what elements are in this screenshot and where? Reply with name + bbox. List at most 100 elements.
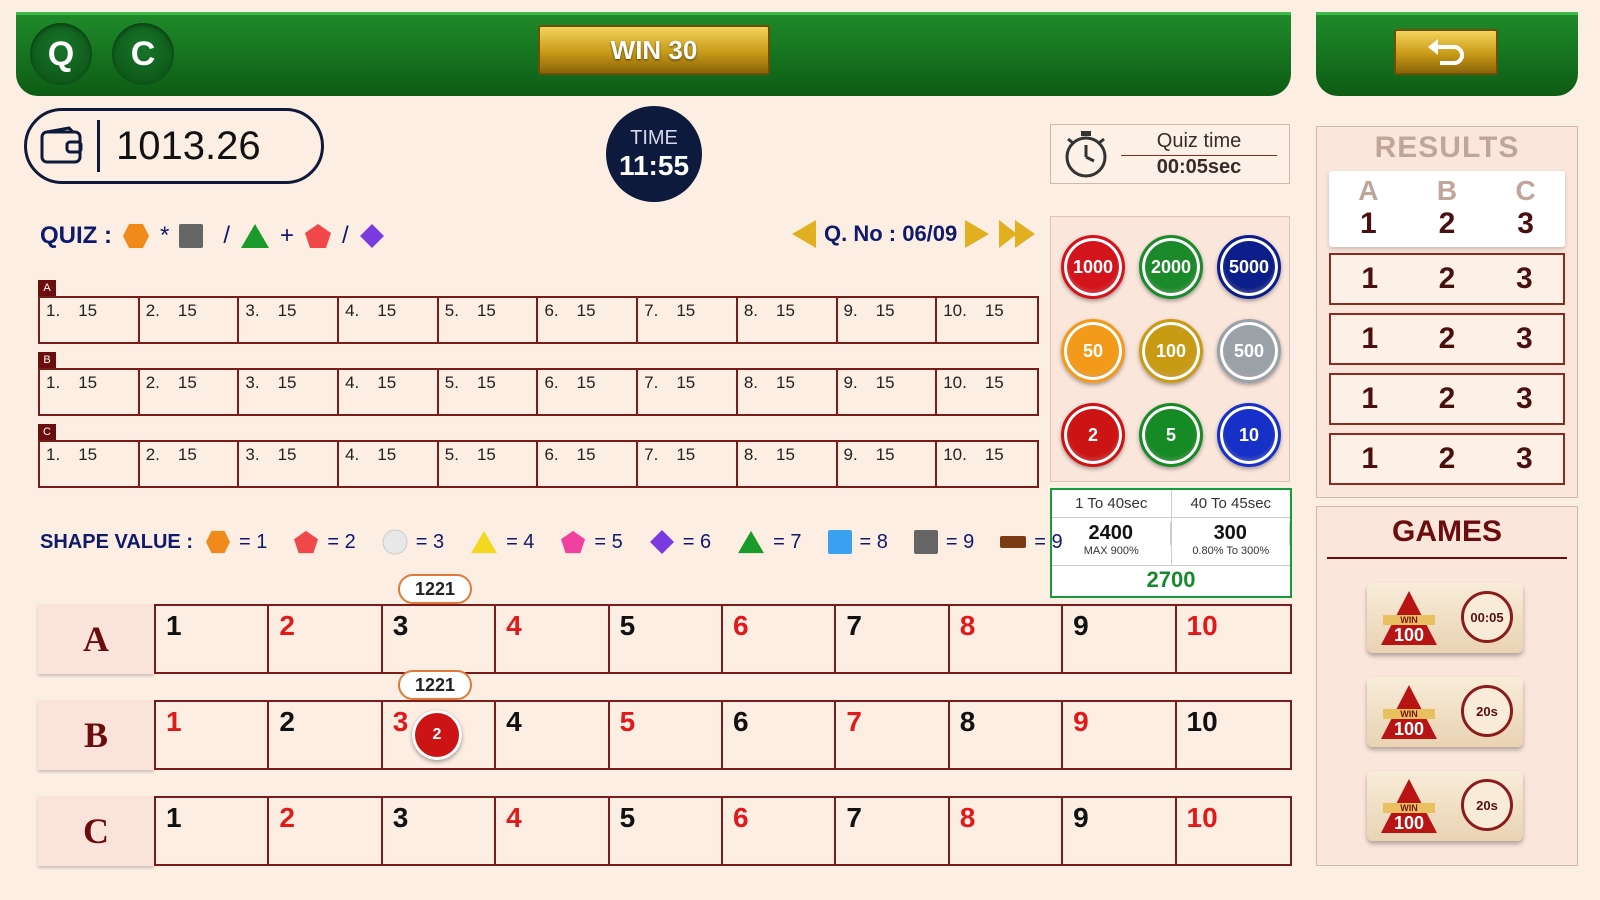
number-board-b: 1 2 3 4 5 6 7 8 9 10 bbox=[154, 700, 1292, 770]
board-a-cell[interactable]: 3 bbox=[383, 606, 497, 672]
board-b-cell[interactable]: 5 bbox=[610, 702, 723, 768]
ticket-cell[interactable]: 10. 15 bbox=[937, 370, 1037, 414]
payout-total: 2700 bbox=[1146, 567, 1196, 592]
board-c-cell[interactable]: 4 bbox=[496, 798, 610, 864]
ticket-cell[interactable]: 10. 15 bbox=[937, 442, 1037, 486]
ticket-row-c: 1. 15 2. 15 3. 15 4. 15 5. 15 6. 15 7. 15 8. 15 9. 15 10. 1… bbox=[38, 440, 1039, 488]
bet-bubble-b3: 1221 bbox=[398, 670, 472, 700]
board-c-cell[interactable]: 2 bbox=[269, 798, 383, 864]
board-b-cell[interactable]: 4 bbox=[496, 702, 610, 768]
red-pentagon-icon bbox=[305, 224, 332, 248]
chip-500[interactable]: 500 bbox=[1217, 319, 1281, 383]
board-c-cell[interactable]: 1 bbox=[156, 798, 270, 864]
back-button[interactable] bbox=[1394, 29, 1498, 75]
ticket-cell[interactable]: 5. 15 bbox=[439, 442, 539, 486]
results-panel: RESULTS A B C 1 2 3 1 2 3 1 2 3 1 2 3 1 … bbox=[1316, 126, 1578, 498]
ticket-cell[interactable]: 10. 15 bbox=[937, 298, 1037, 342]
board-a-cell[interactable]: 2 bbox=[269, 606, 383, 672]
board-c-cell[interactable]: 10 bbox=[1177, 798, 1290, 864]
ticket-cell[interactable]: 1. 15 bbox=[40, 370, 140, 414]
ticket-cell[interactable]: 1. 15 bbox=[40, 298, 140, 342]
board-b-cell[interactable]: 8 bbox=[950, 702, 1064, 768]
ticket-cell[interactable]: 6. 15 bbox=[538, 298, 639, 342]
ticket-cell[interactable]: 4. 15 bbox=[339, 370, 439, 414]
chip-100[interactable]: 100 bbox=[1139, 319, 1203, 383]
ticket-cell[interactable]: 6. 15 bbox=[538, 370, 639, 414]
ticket-cell[interactable]: 3. 15 bbox=[239, 298, 340, 342]
ticket-index: 9. bbox=[843, 445, 858, 464]
chip-2[interactable]: 2 bbox=[1061, 403, 1125, 467]
game-card-3[interactable]: WIN 100 20s bbox=[1367, 771, 1523, 841]
board-c-cell[interactable]: 9 bbox=[1063, 798, 1177, 864]
ticket-index: 1. bbox=[46, 373, 61, 392]
number-board-a: 1 2 3 4 5 6 7 8 9 10 bbox=[154, 604, 1292, 674]
ticket-cell[interactable]: 3. 15 bbox=[239, 442, 340, 486]
ticket-cell[interactable]: 7. 15 bbox=[638, 298, 738, 342]
board-b-cell[interactable]: 10 bbox=[1177, 702, 1290, 768]
ticket-cell[interactable]: 7. 15 bbox=[638, 370, 738, 414]
chip-5[interactable]: 5 bbox=[1139, 403, 1203, 467]
board-a-cell[interactable]: 4 bbox=[496, 606, 610, 672]
ticket-cell[interactable]: 8. 15 bbox=[738, 298, 838, 342]
board-a-cell[interactable]: 10 bbox=[1177, 606, 1290, 672]
chip-5000[interactable]: 5000 bbox=[1217, 235, 1281, 299]
ticket-cell[interactable]: 8. 15 bbox=[738, 442, 838, 486]
ticket-cell[interactable]: 9. 15 bbox=[838, 442, 938, 486]
board-a-cell[interactable]: 1 bbox=[156, 606, 270, 672]
last-question-icon[interactable] bbox=[997, 218, 1037, 250]
board-c-cell[interactable]: 6 bbox=[723, 798, 837, 864]
ticket-cell[interactable]: 8. 15 bbox=[738, 370, 838, 414]
ticket-cell[interactable]: 4. 15 bbox=[339, 298, 439, 342]
ticket-value: 15 bbox=[78, 373, 98, 392]
board-c-cell[interactable]: 8 bbox=[950, 798, 1064, 864]
ticket-cell[interactable]: 3. 15 bbox=[239, 370, 340, 414]
ticket-cell[interactable]: 9. 15 bbox=[838, 370, 938, 414]
result-row-3: 1 2 3 bbox=[1329, 313, 1565, 365]
next-question-icon[interactable] bbox=[963, 218, 991, 250]
c-button[interactable]: C bbox=[112, 23, 174, 85]
ticket-cell[interactable]: 2. 15 bbox=[140, 298, 240, 342]
chip-50[interactable]: 50 bbox=[1061, 319, 1125, 383]
game-card-1[interactable]: WIN 100 00:05 bbox=[1367, 583, 1523, 653]
ticket-cell[interactable]: 9. 15 bbox=[838, 298, 938, 342]
chip-10[interactable]: 10 bbox=[1217, 403, 1281, 467]
ticket-cell[interactable]: 2. 15 bbox=[140, 442, 240, 486]
ticket-cell[interactable]: 1. 15 bbox=[40, 442, 140, 486]
ticket-cell[interactable]: 5. 15 bbox=[439, 370, 539, 414]
ticket-cell[interactable]: 6. 15 bbox=[538, 442, 639, 486]
divide-operator-2: / bbox=[342, 222, 349, 249]
ticket-cell[interactable]: 7. 15 bbox=[638, 442, 738, 486]
board-a-cell[interactable]: 9 bbox=[1063, 606, 1177, 672]
placed-chip-b3[interactable]: 2 bbox=[412, 710, 462, 760]
board-c-cell[interactable]: 7 bbox=[836, 798, 950, 864]
ticket-value: 15 bbox=[277, 373, 297, 392]
board-a-cell[interactable]: 7 bbox=[836, 606, 950, 672]
board-c-cell[interactable]: 3 bbox=[383, 798, 497, 864]
ticket-cell[interactable]: 2. 15 bbox=[140, 370, 240, 414]
q-button[interactable]: Q bbox=[30, 23, 92, 85]
board-a-cell[interactable]: 6 bbox=[723, 606, 837, 672]
board-b-cell[interactable]: 7 bbox=[836, 702, 950, 768]
ticket-index: 7. bbox=[644, 373, 659, 392]
result-row-2-a: 1 bbox=[1361, 262, 1378, 295]
board-b-cell[interactable]: 2 bbox=[269, 702, 383, 768]
board-b-cell[interactable]: 9 bbox=[1063, 702, 1177, 768]
question-nav: Q. No : 06/09 bbox=[790, 214, 1037, 254]
game-card-2[interactable]: WIN 100 20s bbox=[1367, 677, 1523, 747]
ticket-cell[interactable]: 5. 15 bbox=[439, 298, 539, 342]
quiz-time-box: Quiz time 00:05sec bbox=[1050, 124, 1290, 184]
board-label-a: A bbox=[38, 604, 154, 674]
board-a-cell[interactable]: 8 bbox=[950, 606, 1064, 672]
shape-value-4: = 4 bbox=[506, 530, 535, 553]
chip-2000[interactable]: 2000 bbox=[1139, 235, 1203, 299]
board-c-cell[interactable]: 5 bbox=[610, 798, 723, 864]
prev-question-icon[interactable] bbox=[790, 218, 818, 250]
board-a-cell[interactable]: 5 bbox=[610, 606, 723, 672]
board-b-cell[interactable]: 1 bbox=[156, 702, 270, 768]
ticket-cell[interactable]: 4. 15 bbox=[339, 442, 439, 486]
win-button[interactable]: WIN 30 bbox=[538, 25, 770, 75]
svg-text:100: 100 bbox=[1394, 813, 1424, 833]
chip-1000[interactable]: 1000 bbox=[1061, 235, 1125, 299]
board-b-cell[interactable]: 6 bbox=[723, 702, 837, 768]
payout-col2-value: 300 bbox=[1172, 522, 1290, 545]
